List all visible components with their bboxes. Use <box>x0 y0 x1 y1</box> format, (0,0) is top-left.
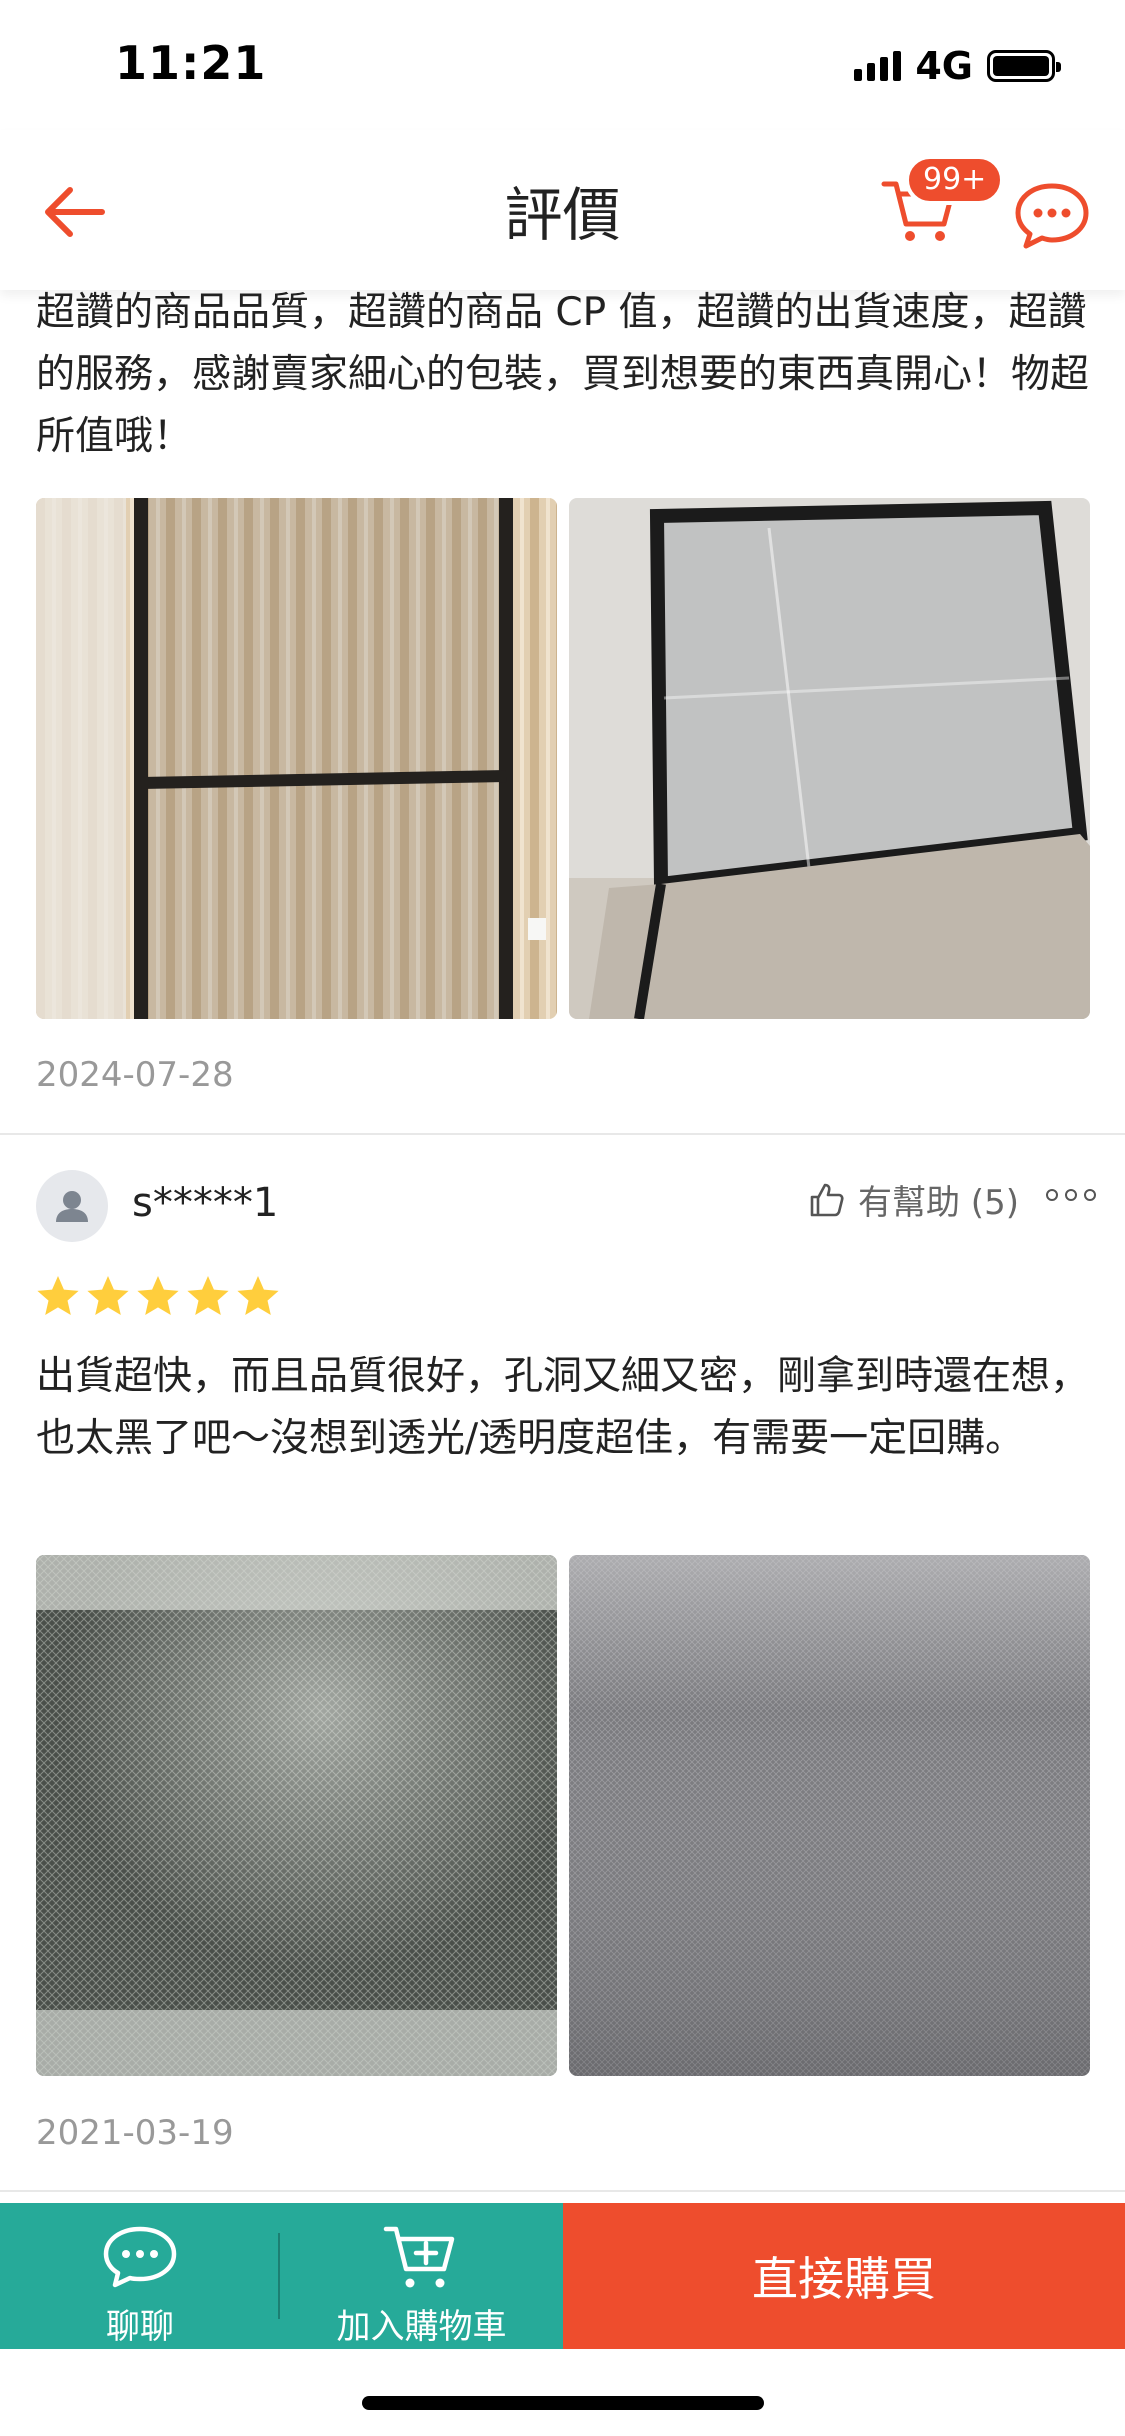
helpful-button[interactable]: 有幫助 (5) <box>808 1175 1019 1224</box>
review-date: 2021-03-19 <box>36 2113 234 2153</box>
review-photo[interactable] <box>569 1555 1090 2076</box>
status-icons: 4G <box>854 44 1061 88</box>
dot-icon <box>1046 1189 1058 1201</box>
review-photo[interactable] <box>36 1555 557 2076</box>
chat-button[interactable] <box>1012 174 1092 254</box>
cart-count-badge: 99+ <box>905 155 1005 205</box>
star-icon <box>137 1276 179 1315</box>
review-photo[interactable] <box>569 498 1090 1019</box>
screen-panel-on-floor-photo <box>569 498 1090 1019</box>
add-to-cart-label: 加入購物車 <box>336 2307 507 2347</box>
add-to-cart-icon <box>383 2226 454 2288</box>
mesh-closeup-photo-2 <box>569 1555 1090 2076</box>
chat-now-button[interactable]: 聊聊 <box>0 2203 280 2349</box>
mesh-closeup-photo-1 <box>36 1555 557 2076</box>
nav-bar: 評價 99+ <box>0 130 1125 290</box>
reviewer-username: s*****1 <box>132 1180 279 1226</box>
dot-icon <box>1084 1189 1096 1201</box>
review-text: 超讚的商品品質，超讚的商品 CP 值，超讚的出貨速度，超讚的服務，感謝賣家細心的… <box>36 290 1090 459</box>
window-screen-frame-photo <box>36 498 557 1019</box>
add-to-cart-button[interactable]: 加入購物車 <box>280 2203 563 2349</box>
chat-label: 聊聊 <box>106 2307 174 2347</box>
star-icon <box>87 1276 129 1315</box>
chat-bubble-icon <box>1015 183 1089 249</box>
chat-bubble-icon <box>103 2226 177 2288</box>
thumbs-up-icon <box>810 1183 844 1216</box>
battery-icon <box>987 50 1061 82</box>
status-time: 11:21 <box>115 36 267 90</box>
review-divider <box>0 1133 1125 1135</box>
more-options-button[interactable] <box>1046 1180 1096 1210</box>
review-divider <box>0 2190 1125 2192</box>
home-indicator <box>362 2396 764 2410</box>
star-icon <box>187 1276 229 1315</box>
signal-icon <box>854 51 902 81</box>
review-photo[interactable] <box>36 498 557 1019</box>
star-icon <box>237 1276 279 1315</box>
star-rating <box>36 1274 280 1318</box>
user-silhouette-icon <box>56 1191 88 1222</box>
review-text: 出貨超快，而且品質很好，孔洞又細又密，剛拿到時還在想，也太黑了吧～沒想到透光/透… <box>36 1354 1090 1461</box>
bottom-action-bar: 聊聊 加入購物車 直接購買 <box>0 2203 1125 2349</box>
helpful-label: 有幫助 (5) <box>858 1183 1019 1223</box>
status-bar: 11:21 4G <box>0 0 1125 130</box>
star-icon <box>37 1276 79 1315</box>
network-type: 4G <box>915 44 973 88</box>
avatar <box>36 1170 108 1242</box>
buy-now-button[interactable]: 直接購買 <box>563 2203 1125 2349</box>
review-date: 2024-07-28 <box>36 1055 234 1095</box>
dot-icon <box>1065 1189 1077 1201</box>
